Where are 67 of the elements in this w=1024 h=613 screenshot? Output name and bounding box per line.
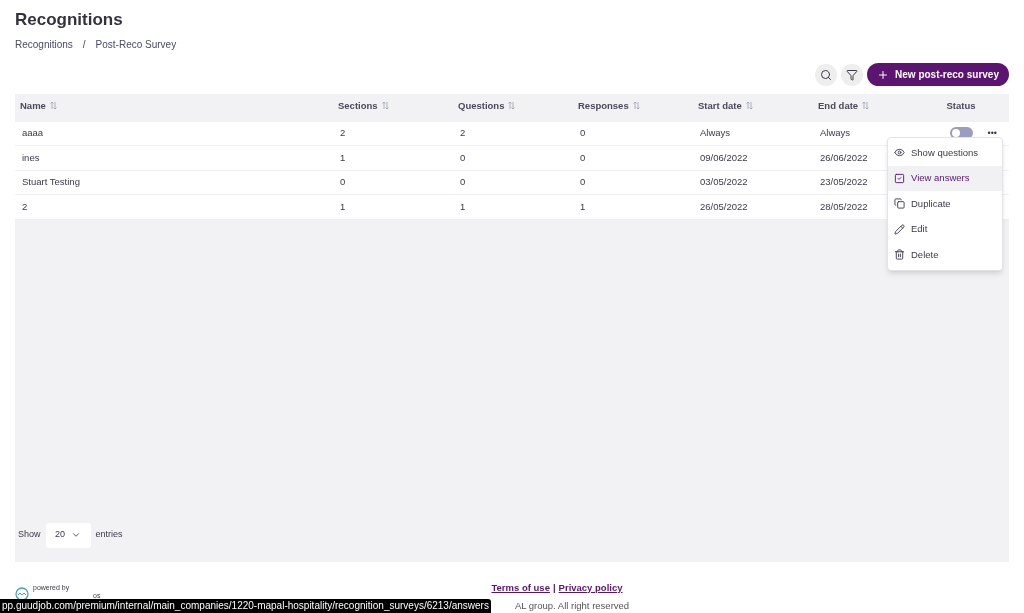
plus-icon [877,68,890,81]
edit-icon [894,223,905,235]
table-cell: 0 [580,175,586,190]
link-separator: | [552,580,556,595]
sort-icon [508,101,516,111]
breadcrumb-link[interactable]: Recognitions [15,37,73,52]
footer-link[interactable]: Terms of use [491,580,550,595]
table-cell-text: 26/05/2022 [700,199,748,214]
copy-icon [894,198,905,210]
table-cell: 2 [340,126,346,141]
table-cell-text: 09/06/2022 [700,150,748,165]
sort-icon [381,101,389,111]
url-tooltip: pp.guudjob.com/premium/internal/main_companies/1220-mapal-hospitality/recognition_surveys/6213/answers [0,599,491,613]
table-cell: 0 [340,175,346,190]
sort-icon [49,101,57,111]
more-button[interactable]: ••• [987,128,997,139]
table-cell-text: 26/06/2022 [820,150,868,165]
trash-icon [894,249,905,261]
table-cell-text: 1 [340,199,346,214]
table-cell: aaaa [22,126,44,141]
table-cell: Stuart Testing [22,175,80,190]
page-size-select[interactable]: 20 [45,522,91,548]
table-cell-text: 0 [460,150,466,165]
filter-icon [846,68,859,81]
sort-icon [862,101,870,111]
column-header[interactable]: Name [20,98,57,113]
table-cell-text: 2 [22,199,28,214]
show-label: Show [18,528,41,542]
new-survey-button[interactable]: New post-reco survey [867,63,1009,87]
table-cell: 23/05/2022 [820,175,868,190]
page-title: Recognitions [15,9,124,31]
table-cell: 2 [460,126,466,141]
table-cell-text: ines [22,150,40,165]
table-cell-text: 1 [340,150,346,165]
sort-icon [745,101,753,111]
menu-item[interactable]: Show questions [888,140,1002,166]
sort-icon [632,101,640,111]
column-header[interactable]: End date [818,98,870,113]
search-icon [820,68,833,81]
entries-label: entries [95,528,123,542]
breadcrumb-link[interactable]: Post-Reco Survey [95,37,177,52]
copyright-text: AL group. All right reserved [514,598,630,613]
footer-link[interactable]: Privacy policy [558,580,623,595]
table-cell-text: 1 [460,199,466,214]
table-cell: 0 [460,175,466,190]
menu-item[interactable]: Duplicate [888,191,1002,217]
column-header[interactable]: Responses [578,98,640,113]
table-cell-text: 28/05/2022 [820,199,868,214]
menu-item[interactable]: Edit [888,216,1002,242]
column-header[interactable]: Start date [698,98,753,113]
table-cell: Always [820,126,851,141]
table-cell: 03/05/2022 [700,175,748,190]
menu-item[interactable]: View answers [888,165,1002,191]
check-icon [894,172,905,184]
eye-icon [894,147,905,159]
table-cell-text: 1 [580,199,586,214]
column-header[interactable]: Sections [338,98,389,113]
menu-item[interactable]: Delete [888,242,1002,268]
table-cell-text: 0 [580,150,586,165]
table-cell: 0 [580,126,586,141]
column-header[interactable]: Questions [458,98,516,113]
table-cell: Always [700,126,731,141]
filter-button[interactable] [841,63,864,86]
chevron-down-icon [71,530,81,540]
search-button[interactable] [815,63,838,86]
breadcrumb-separator: / [82,38,86,52]
column-header[interactable]: Status [946,98,976,113]
